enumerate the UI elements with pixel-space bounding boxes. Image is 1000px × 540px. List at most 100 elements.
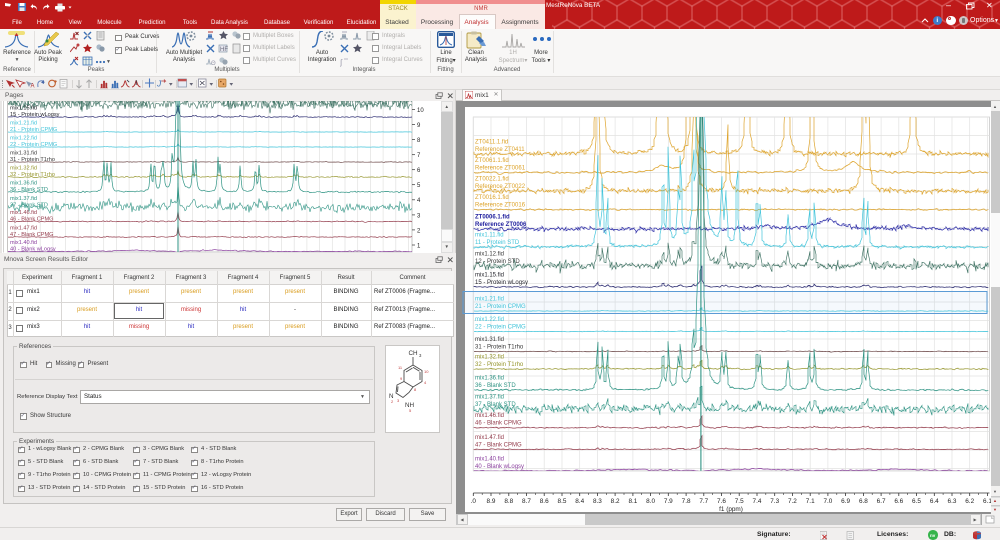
svg-text:mix1.22.fid: mix1.22.fid	[475, 317, 504, 323]
svg-text:46 - Blank CPMG: 46 - Blank CPMG	[10, 216, 54, 222]
svg-text:ZT0022.1.fid: ZT0022.1.fid	[475, 177, 509, 183]
svg-text:8.7: 8.7	[522, 498, 531, 505]
svg-text:47 - Blank CPMG: 47 - Blank CPMG	[475, 442, 522, 448]
svg-text:11 - Protein STD: 11 - Protein STD	[475, 240, 520, 246]
svg-text:32 - Protein T1rho: 32 - Protein T1rho	[10, 171, 55, 177]
svg-text:Θ: Θ	[211, 61, 216, 67]
svg-text:31 - Protein T1rho: 31 - Protein T1rho	[10, 156, 55, 162]
svg-text:mix1.15.fid: mix1.15.fid	[10, 105, 37, 111]
svg-text:8.1: 8.1	[628, 498, 637, 505]
svg-text:8.5: 8.5	[558, 498, 567, 505]
svg-text:3: 3	[419, 353, 422, 358]
svg-text:6.7: 6.7	[877, 498, 886, 505]
svg-text:6.3: 6.3	[948, 498, 957, 505]
svg-text:J: J	[156, 79, 162, 89]
svg-text:21 - Protein CPMG: 21 - Protein CPMG	[10, 126, 57, 132]
svg-text:8.6: 8.6	[540, 498, 549, 505]
svg-text:22 - Protein CPMG: 22 - Protein CPMG	[475, 325, 526, 331]
svg-text:10: 10	[424, 369, 429, 374]
svg-text:mix1.32.fid: mix1.32.fid	[475, 355, 504, 361]
svg-text:3: 3	[397, 398, 400, 403]
svg-text:f1 (ppm): f1 (ppm)	[719, 506, 743, 513]
svg-text:mix1.37.fid: mix1.37.fid	[475, 395, 504, 401]
svg-text:Reference ZT0016: Reference ZT0016	[475, 203, 526, 209]
svg-text:mix1.21.fid: mix1.21.fid	[475, 297, 504, 303]
svg-text:6.1: 6.1	[983, 498, 991, 505]
svg-text:mix1.22.fid: mix1.22.fid	[10, 135, 37, 141]
svg-text:mix1.46.fid: mix1.46.fid	[475, 413, 504, 419]
svg-text:1: 1	[417, 243, 421, 249]
svg-text:6.2: 6.2	[965, 498, 974, 505]
svg-text:8.2: 8.2	[611, 498, 620, 505]
svg-text:Reference ZT0411: Reference ZT0411	[475, 147, 525, 153]
svg-text:mix1.40.fid: mix1.40.fid	[10, 240, 37, 246]
svg-text:8: 8	[417, 138, 421, 144]
svg-text:8.9: 8.9	[487, 498, 496, 505]
svg-text:3: 3	[417, 213, 421, 219]
svg-text:mix1.12.fid: mix1.12.fid	[475, 252, 504, 258]
svg-text:10: 10	[417, 107, 424, 113]
svg-text:8.3: 8.3	[593, 498, 602, 505]
svg-text:4: 4	[417, 198, 421, 204]
svg-text:Reference ZT0061: Reference ZT0061	[475, 166, 526, 172]
svg-text:HF: HF	[220, 47, 228, 53]
svg-text:7.4: 7.4	[753, 498, 762, 505]
svg-text:7.6: 7.6	[717, 498, 726, 505]
svg-text:mix1.21.fid: mix1.21.fid	[10, 120, 37, 126]
svg-text:7.1: 7.1	[806, 498, 815, 505]
svg-text:36 - Blank STD: 36 - Blank STD	[10, 186, 48, 192]
svg-text:mix1.47.fid: mix1.47.fid	[10, 225, 37, 231]
svg-text:8: 8	[414, 387, 417, 392]
svg-text:9: 9	[400, 376, 403, 381]
svg-text:.0: .0	[471, 498, 477, 505]
svg-text:ZT0016.1.fid: ZT0016.1.fid	[475, 195, 509, 201]
svg-text:6: 6	[417, 168, 421, 174]
svg-text:37 - Blank STD: 37 - Blank STD	[10, 202, 48, 208]
svg-text:2: 2	[417, 228, 421, 234]
svg-text:9: 9	[417, 123, 421, 129]
svg-text:ZT0006.1.fid: ZT0006.1.fid	[475, 215, 510, 221]
svg-text:21 - Protein CPMG: 21 - Protein CPMG	[475, 304, 526, 310]
svg-text:46 - Blank CPMG: 46 - Blank CPMG	[475, 421, 522, 427]
svg-text:32 - Protein T1rho: 32 - Protein T1rho	[475, 362, 524, 368]
svg-text:7.2: 7.2	[788, 498, 797, 505]
svg-text:6.6: 6.6	[894, 498, 903, 505]
svg-text:mix1.31.fid: mix1.31.fid	[10, 150, 37, 156]
svg-text:6.8: 6.8	[859, 498, 868, 505]
svg-text:12 - Protein STD: 12 - Protein STD	[475, 259, 520, 265]
svg-text:7.8: 7.8	[682, 498, 691, 505]
svg-text:8.4: 8.4	[575, 498, 584, 505]
svg-text:15 - Protein wLogsy: 15 - Protein wLogsy	[10, 111, 60, 117]
svg-text:ZT0061.1.fid: ZT0061.1.fid	[475, 158, 509, 164]
svg-text:40 - Blank wLogsy: 40 - Blank wLogsy	[10, 246, 56, 252]
svg-text:mix1.37.fid: mix1.37.fid	[10, 196, 37, 202]
svg-text:A: A	[31, 84, 35, 90]
svg-text:mix1.15.fid: mix1.15.fid	[475, 273, 504, 279]
svg-text:mix1.36.fid: mix1.36.fid	[10, 180, 37, 186]
svg-text:36 - Blank STD: 36 - Blank STD	[475, 383, 516, 389]
svg-text:7.3: 7.3	[770, 498, 779, 505]
svg-text:31 - Protein T1rho: 31 - Protein T1rho	[475, 345, 524, 351]
svg-text:Reference ZT0022: Reference ZT0022	[475, 184, 526, 190]
svg-text:7.9: 7.9	[664, 498, 673, 505]
svg-text:mix1.36.fid: mix1.36.fid	[475, 376, 504, 382]
svg-text:mix1.47.fid: mix1.47.fid	[475, 435, 504, 441]
svg-text:7.5: 7.5	[735, 498, 744, 505]
svg-text:mix1.32.fid: mix1.32.fid	[10, 165, 37, 171]
svg-text:6.4: 6.4	[930, 498, 939, 505]
svg-text:∫: ∫	[340, 58, 343, 67]
svg-text:CH: CH	[408, 350, 418, 357]
svg-text:6.5: 6.5	[912, 498, 921, 505]
svg-text:11: 11	[398, 365, 403, 370]
svg-text:Reference ZT0006: Reference ZT0006	[475, 222, 527, 228]
svg-text:6.9: 6.9	[841, 498, 850, 505]
svg-text:8.8: 8.8	[504, 498, 513, 505]
svg-text:40 - Blank wLogsy: 40 - Blank wLogsy	[475, 464, 524, 470]
svg-text:47 - Blank CPMG: 47 - Blank CPMG	[10, 231, 54, 237]
svg-text:mix1.31.fid: mix1.31.fid	[475, 337, 504, 343]
svg-text:7.0: 7.0	[823, 498, 832, 505]
svg-text:15 - Protein wLogsy: 15 - Protein wLogsy	[475, 280, 528, 286]
svg-text:mix1.11.fid: mix1.11.fid	[475, 233, 504, 239]
svg-text:22 - Protein CPMG: 22 - Protein CPMG	[10, 141, 57, 147]
svg-text:37 - Blank STD: 37 - Blank STD	[475, 402, 516, 408]
